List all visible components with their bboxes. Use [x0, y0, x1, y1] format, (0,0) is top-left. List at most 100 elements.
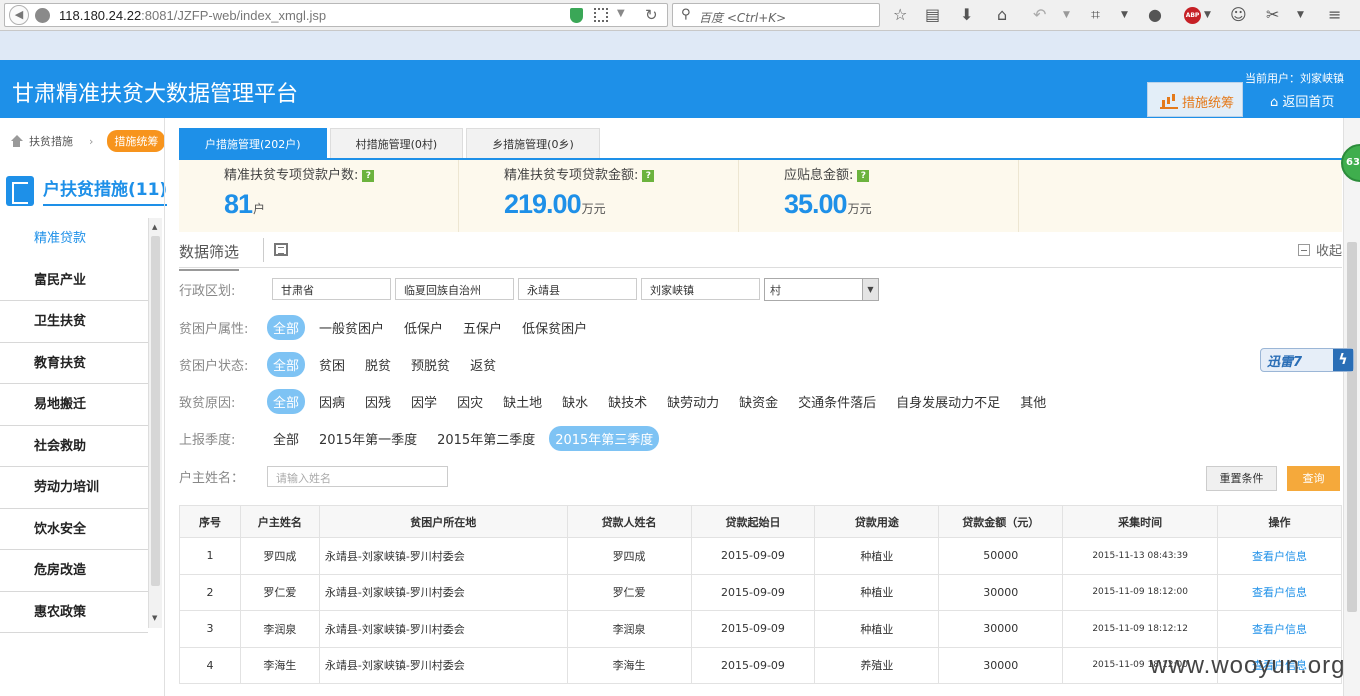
page-scrollbar[interactable]	[1343, 118, 1360, 696]
city-field[interactable]: 临夏回族自治州	[395, 278, 514, 300]
filter-option[interactable]: 2015年第三季度	[549, 425, 660, 451]
view-household-link[interactable]: 查看户信息	[1217, 573, 1342, 611]
help-icon[interactable]: ?	[362, 170, 375, 182]
filter-option[interactable]: 全部	[267, 426, 305, 451]
filter-option[interactable]: 缺土地	[497, 389, 548, 414]
document-icon[interactable]	[274, 243, 288, 256]
cell-location: 永靖县-刘家峡镇-罗川村委会	[318, 537, 568, 575]
filter-header: 数据筛选 收起	[179, 232, 1342, 271]
filter-option[interactable]: 其他	[1014, 389, 1052, 414]
adblock-icon[interactable]: ABP	[1184, 7, 1201, 24]
scroll-down-icon[interactable]: ▼	[152, 614, 157, 622]
sidebar-item[interactable]: 教育扶贫	[0, 343, 148, 384]
filter-option[interactable]: 交通条件落后	[792, 389, 882, 414]
filter-option[interactable]: 低保贫困户	[516, 315, 593, 340]
help-icon[interactable]: ?	[857, 170, 870, 182]
filter-option[interactable]: 因残	[359, 389, 397, 414]
undo-icon[interactable]: ↶	[1033, 6, 1046, 24]
scroll-up-icon[interactable]: ▲	[152, 223, 157, 231]
filter-option[interactable]: 一般贫困户	[313, 315, 390, 340]
xunlei-download-widget[interactable]: 迅雷7 ϟ	[1260, 348, 1354, 372]
filter-option[interactable]: 缺劳动力	[661, 389, 725, 414]
download-icon[interactable]: ⬇	[960, 6, 973, 24]
county-field[interactable]: 永靖县	[518, 278, 637, 300]
filter-option[interactable]: 因学	[405, 389, 443, 414]
dropdown-icon[interactable]: ▼	[617, 8, 625, 19]
filter-option[interactable]: 贫困	[313, 352, 351, 377]
province-field[interactable]: 甘肃省	[272, 278, 391, 300]
query-button[interactable]: 查询	[1287, 466, 1340, 491]
filter-status-row: 贫困户状态: 全部 贫困 脱贫 预脱贫 返贫	[179, 351, 510, 377]
home-button[interactable]: ⌂ 返回首页	[1270, 91, 1334, 110]
undo-dropdown-icon[interactable]: ▼	[1063, 6, 1070, 24]
scrollbar-thumb[interactable]	[151, 236, 160, 586]
name-search-input[interactable]: 请输入姓名	[267, 465, 448, 487]
sidebar-item[interactable]: 惠农政策	[0, 592, 148, 633]
adblock-dropdown-icon[interactable]: ▼	[1204, 6, 1211, 24]
chevron-right-icon: ›	[89, 134, 94, 148]
filter-option[interactable]: 全部	[267, 351, 306, 377]
filter-option[interactable]: 全部	[267, 388, 306, 414]
cell-loan-amount: 30000	[938, 646, 1064, 684]
filter-option[interactable]: 缺水	[556, 389, 594, 414]
reader-icon[interactable]: ▤	[925, 6, 940, 24]
filter-option[interactable]: 缺技术	[602, 389, 653, 414]
township-field[interactable]: 刘家峡镇	[641, 278, 760, 300]
tab-household[interactable]: 户措施管理(202户)	[179, 128, 327, 159]
collapse-button[interactable]: 收起	[1297, 240, 1342, 259]
reload-icon[interactable]: ↻	[645, 6, 658, 24]
emoji-icon[interactable]: ☺	[1230, 6, 1247, 24]
search-box[interactable]: ⚲ 百度 <Ctrl+K>	[672, 3, 880, 27]
sidebar-scrollbar[interactable]: ▲ ▼	[148, 218, 162, 628]
tab-village[interactable]: 村措施管理(0村)	[329, 128, 464, 159]
filter-option[interactable]: 因病	[313, 389, 351, 414]
menu-icon[interactable]: ≡	[1328, 6, 1341, 24]
sidebar-item[interactable]: 危房改造	[0, 550, 148, 592]
url-text[interactable]: 118.180.24.22:8081/JZFP-web/index_xmgl.j…	[59, 8, 326, 23]
tools-dropdown-icon[interactable]: ▼	[1297, 6, 1304, 24]
divider	[164, 118, 165, 696]
sidebar-item[interactable]: 饮水安全	[0, 509, 148, 550]
filter-option[interactable]: 脱贫	[359, 352, 397, 377]
tools-icon[interactable]: ✂	[1266, 6, 1279, 24]
sidebar-item[interactable]: 劳动力培训	[0, 467, 148, 509]
crop-dropdown-icon[interactable]: ▼	[1121, 6, 1128, 24]
qr-code-icon[interactable]	[594, 8, 608, 22]
filter-option[interactable]: 缺资金	[733, 389, 784, 414]
table-row: 2 罗仁爱 永靖县-刘家峡镇-罗川村委会 罗仁爱 2015-09-09 种植业 …	[179, 573, 1342, 611]
bookmark-star-icon[interactable]: ☆	[893, 6, 907, 24]
scrollbar-thumb[interactable]	[1347, 242, 1357, 612]
filter-option[interactable]: 低保户	[398, 315, 449, 340]
filter-option[interactable]: 2015年第一季度	[313, 426, 423, 451]
reset-button[interactable]: 重置条件	[1206, 466, 1277, 491]
crop-icon[interactable]: ⌗	[1091, 6, 1100, 24]
measures-button[interactable]: 措施统筹	[1147, 82, 1243, 117]
filter-option[interactable]: 五保户	[457, 315, 508, 340]
breadcrumb-current[interactable]: 措施统筹	[107, 130, 166, 152]
view-household-link[interactable]: 查看户信息	[1217, 610, 1342, 648]
sidebar-item[interactable]: 精准贷款	[0, 218, 148, 260]
filter-option[interactable]: 全部	[267, 314, 306, 340]
table-row: 1 罗四成 永靖县-刘家峡镇-罗川村委会 罗四成 2015-09-09 种植业 …	[179, 537, 1342, 575]
home-icon[interactable]: ⌂	[997, 6, 1007, 24]
filter-option[interactable]: 自身发展动力不足	[890, 389, 1006, 414]
chevron-down-icon[interactable]: ▼	[862, 278, 878, 300]
sidebar-item[interactable]: 社会救助	[0, 426, 148, 467]
help-icon[interactable]: ?	[642, 170, 655, 182]
view-household-link[interactable]: 查看户信息	[1217, 537, 1342, 575]
shield-icon[interactable]	[570, 8, 583, 23]
sidebar-item[interactable]: 易地搬迁	[0, 384, 148, 426]
tab-township[interactable]: 乡措施管理(0乡)	[466, 128, 600, 159]
filter-option[interactable]: 预脱贫	[405, 352, 456, 377]
filter-option[interactable]: 因灾	[451, 389, 489, 414]
filter-option[interactable]: 2015年第二季度	[431, 426, 541, 451]
address-bar[interactable]: ◀ 118.180.24.22:8081/JZFP-web/index_xmgl…	[4, 3, 668, 27]
back-icon[interactable]: ◀	[9, 5, 29, 25]
village-select[interactable]: 村 ▼	[764, 277, 879, 301]
sidebar-item[interactable]: 卫生扶贫	[0, 301, 148, 343]
sidebar-item[interactable]: 富民产业	[0, 260, 148, 301]
breadcrumb-item[interactable]: 扶贫措施	[29, 133, 73, 149]
home-icon[interactable]	[10, 135, 23, 147]
filter-option[interactable]: 返贫	[464, 352, 502, 377]
chat-icon[interactable]: ●	[1148, 6, 1162, 24]
